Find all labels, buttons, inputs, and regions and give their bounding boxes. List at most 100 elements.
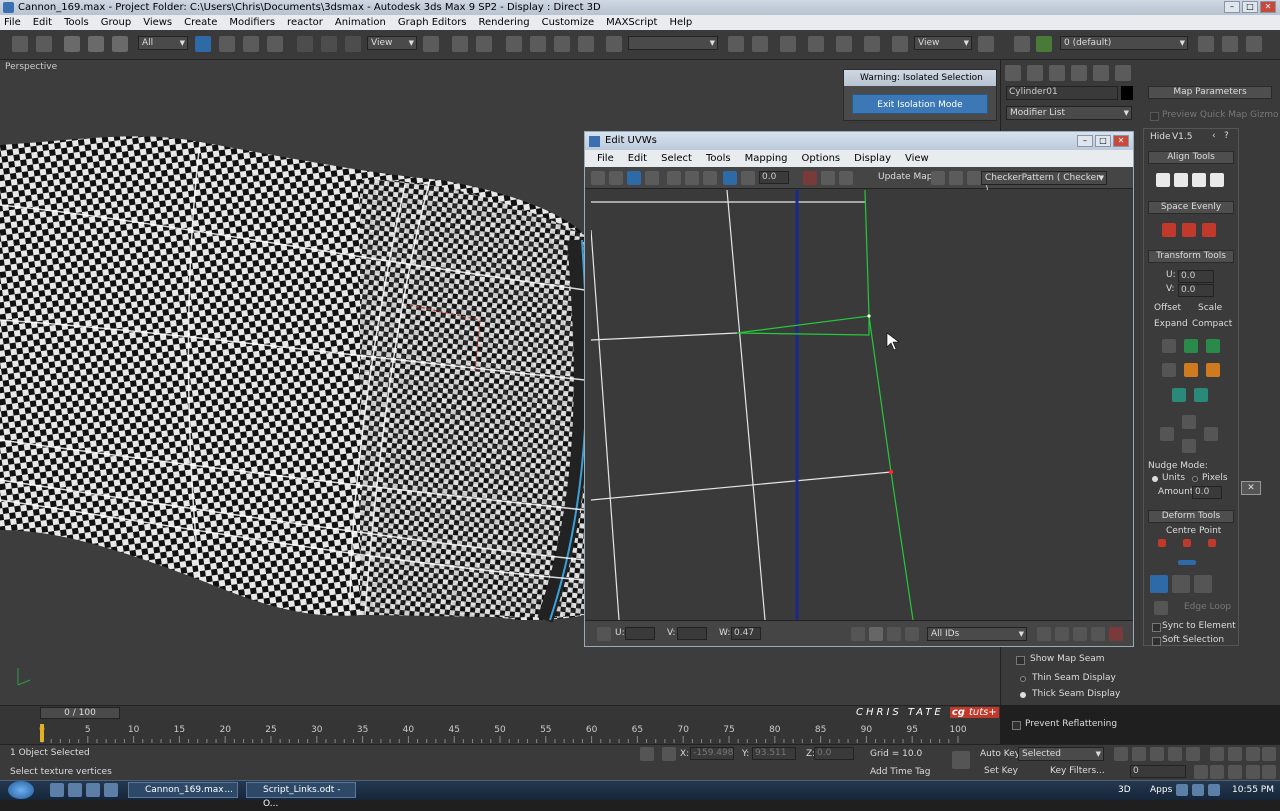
pan-view-icon[interactable] <box>1228 765 1242 779</box>
explorer-icon[interactable] <box>68 783 82 797</box>
deform-tools-rollout[interactable]: Deform Tools <box>1148 510 1234 523</box>
texture-dropdown[interactable]: CheckerPattern ( Checker ) <box>981 171 1107 195</box>
arc-rotate-icon[interactable] <box>1246 765 1260 779</box>
add-time-tag-button[interactable]: Add Time Tag <box>870 767 930 777</box>
minimize-button[interactable]: – <box>1224 1 1240 13</box>
rotate-ccw-icon[interactable] <box>1162 339 1176 353</box>
uvw-w-field[interactable]: 0.47 <box>731 627 761 640</box>
field-of-view-icon[interactable] <box>1210 765 1224 779</box>
keyboard-shortcut-icon[interactable] <box>476 36 492 52</box>
close-button[interactable]: ✕ <box>1260 1 1276 13</box>
centre-point-tr-icon[interactable] <box>1208 539 1216 547</box>
show-map-seam-checkbox[interactable] <box>1016 656 1025 665</box>
current-layer-dropdown[interactable]: 0 (default) <box>1060 36 1188 50</box>
scale-button[interactable]: Scale <box>1198 303 1222 313</box>
display-tab-icon[interactable] <box>1093 65 1109 81</box>
flip-vertical-icon[interactable] <box>1194 388 1208 402</box>
uvw-menu-view[interactable]: View <box>905 153 929 164</box>
object-color-swatch[interactable] <box>1121 86 1133 100</box>
uvw-freeform-icon[interactable] <box>645 171 659 185</box>
uvw-minimize-button[interactable]: – <box>1077 135 1093 147</box>
menu-create[interactable]: Create <box>184 17 217 28</box>
edit-named-selection-icon[interactable] <box>606 36 622 52</box>
uvw-move-icon[interactable] <box>591 171 605 185</box>
thick-seam-radio[interactable] <box>1020 692 1026 698</box>
panel-close-icon[interactable]: ✕ <box>1241 481 1261 495</box>
select-by-name-icon[interactable] <box>219 36 235 52</box>
rotate-free-icon[interactable] <box>1162 363 1176 377</box>
exit-isolation-button[interactable]: Exit Isolation Mode <box>852 94 988 114</box>
menu-help[interactable]: Help <box>669 17 692 28</box>
auto-key-button[interactable]: Auto Key <box>980 749 1020 759</box>
zoom-extents-icon[interactable] <box>1091 627 1105 641</box>
select-face-icon[interactable] <box>1194 575 1212 593</box>
pan-hand-icon[interactable] <box>1037 627 1051 641</box>
set-key-button[interactable]: Set Key <box>984 766 1018 776</box>
go-to-end-icon[interactable] <box>1186 747 1200 761</box>
rotate-90-icon[interactable] <box>1184 339 1198 353</box>
browser-icon[interactable] <box>86 783 100 797</box>
language-bar-label[interactable]: 3D <box>1118 785 1131 795</box>
menu-customize[interactable]: Customize <box>542 17 595 28</box>
track-bar[interactable]: 0510152025303540455055606570758085909510… <box>0 720 1000 744</box>
lock-selection-icon[interactable] <box>640 747 654 761</box>
percent-snap-icon[interactable] <box>554 36 570 52</box>
nudge-up-icon[interactable] <box>1182 415 1196 429</box>
maximize-viewport-icon[interactable] <box>1262 765 1276 779</box>
modifier-list-dropdown[interactable]: Modifier List <box>1006 106 1132 120</box>
previous-frame-icon[interactable] <box>1132 747 1146 761</box>
space-vertical-icon[interactable] <box>1182 223 1196 237</box>
uvw-menu-file[interactable]: File <box>597 153 614 164</box>
time-slider[interactable]: 0 / 100 <box>0 705 1000 720</box>
menu-animation[interactable]: Animation <box>335 17 386 28</box>
edge-loop-button[interactable]: Edge Loop <box>1184 602 1231 612</box>
pivot-center-icon[interactable] <box>423 36 439 52</box>
select-vertex-icon[interactable] <box>1150 575 1168 593</box>
zoom-region-icon[interactable] <box>1073 627 1087 641</box>
time-config-icon[interactable] <box>1194 765 1208 779</box>
soft-selection-checkbox[interactable] <box>1152 637 1161 646</box>
reference-coordinate-dropdown[interactable]: View <box>367 36 417 50</box>
uvw-minus-icon[interactable] <box>703 171 717 185</box>
apps-toolbar-label[interactable]: Apps <box>1150 785 1172 795</box>
menu-rendering[interactable]: Rendering <box>479 17 530 28</box>
pixels-radio[interactable] <box>1192 476 1198 482</box>
flip-horizontal-icon[interactable] <box>1172 388 1186 402</box>
uvw-menu-mapping[interactable]: Mapping <box>745 153 788 164</box>
render-view-dropdown[interactable]: View <box>914 36 972 50</box>
spinner-snap-icon[interactable] <box>578 36 594 52</box>
menu-modifiers[interactable]: Modifiers <box>229 17 275 28</box>
play-icon[interactable] <box>1150 747 1164 761</box>
undo-icon[interactable] <box>12 36 28 52</box>
select-object-icon[interactable] <box>195 36 211 52</box>
motion-tab-icon[interactable] <box>1071 65 1087 81</box>
uvw-checker-icon[interactable] <box>967 171 981 185</box>
scale-icon[interactable] <box>345 36 361 52</box>
uvw-rotate-icon[interactable] <box>609 171 623 185</box>
create-layer-icon[interactable] <box>1198 36 1214 52</box>
hierarchy-tab-icon[interactable] <box>1049 65 1065 81</box>
menu-file[interactable]: File <box>4 17 21 28</box>
time-slider-thumb[interactable]: 0 / 100 <box>40 707 120 719</box>
rotate-icon[interactable] <box>321 36 337 52</box>
quick-render-icon[interactable] <box>978 36 994 52</box>
collapse-icon[interactable]: ‹ <box>1212 131 1216 141</box>
uvw-uv-icon[interactable] <box>949 171 963 185</box>
add-to-layer-icon[interactable] <box>1222 36 1238 52</box>
absolute-mode-icon[interactable] <box>662 747 676 761</box>
uvw-filter-icon[interactable] <box>869 627 883 641</box>
menu-tools[interactable]: Tools <box>64 17 89 28</box>
menu-reactor[interactable]: reactor <box>287 17 323 28</box>
uvw-canvas[interactable] <box>590 189 1129 621</box>
uvw-add-icon[interactable] <box>685 171 699 185</box>
key-filters-button[interactable]: Key Filters... <box>1050 766 1105 776</box>
uvw-scale-icon[interactable] <box>627 171 641 185</box>
select-edge-icon[interactable] <box>1172 575 1190 593</box>
mirror-icon[interactable] <box>728 36 744 52</box>
hide-button[interactable]: Hide <box>1150 132 1171 142</box>
uvw-pin-icon[interactable] <box>905 627 919 641</box>
schematic-view-icon[interactable] <box>836 36 852 52</box>
centre-point-mid-icon[interactable] <box>1178 560 1196 565</box>
next-frame-icon[interactable] <box>1168 747 1182 761</box>
thin-seam-radio[interactable] <box>1020 676 1026 682</box>
